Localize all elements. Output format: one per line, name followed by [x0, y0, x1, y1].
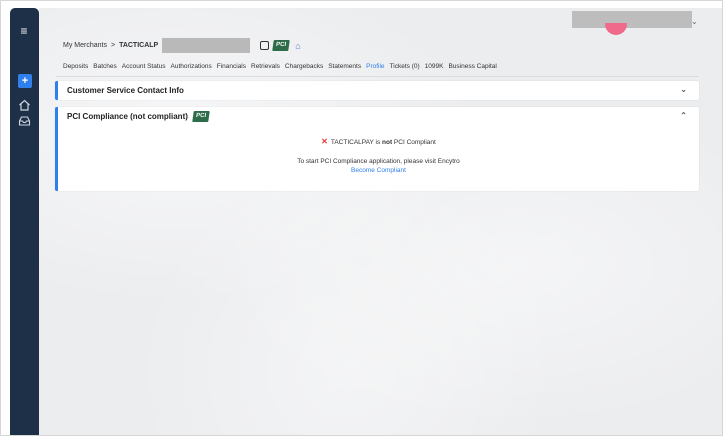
breadcrumb-root[interactable]: My Merchants: [63, 42, 107, 49]
status-prefix: TACTICALPAY is: [330, 139, 383, 146]
chevron-down-icon[interactable]: ⌄: [691, 17, 698, 26]
tab-financials[interactable]: Financials: [217, 61, 246, 72]
panel-title: PCI Compliance (not compliant): [67, 112, 188, 121]
tab-deposits[interactable]: Deposits: [63, 61, 88, 72]
app-window: ≡ + ⌄ My Merchants > TACTICALP PCI ⌂ Dep…: [0, 0, 723, 436]
plus-icon[interactable]: +: [18, 74, 32, 88]
pci-badge-icon: PCI: [192, 111, 210, 122]
bank-icon[interactable]: ⌂: [295, 41, 300, 51]
tab-1099k[interactable]: 1099K: [425, 61, 444, 72]
panel-header[interactable]: PCI Compliance (not compliant) PCI ⌃: [58, 107, 699, 126]
pci-body: ✕ TACTICALPAY is not PCI Compliant To sta…: [58, 137, 699, 174]
pci-compliance-panel: PCI Compliance (not compliant) PCI ⌃ ✕ TA…: [55, 107, 699, 191]
hamburger-icon[interactable]: ≡: [18, 25, 30, 37]
tab-bar: Deposits Batches Account Status Authoriz…: [63, 57, 497, 75]
inbox-icon[interactable]: [18, 115, 31, 127]
become-compliant-link[interactable]: Become Compliant: [58, 167, 699, 174]
tab-divider: [56, 76, 699, 77]
pci-status: ✕ TACTICALPAY is not PCI Compliant: [58, 137, 699, 146]
breadcrumb-merchant: TACTICALP: [119, 42, 159, 49]
user-menu-redacted[interactable]: [572, 11, 692, 28]
panel-header[interactable]: Customer Service Contact Info ⌄: [58, 81, 699, 100]
chevron-down-icon[interactable]: ⌄: [680, 85, 687, 94]
tab-tickets[interactable]: Tickets (0): [390, 61, 420, 72]
tab-profile[interactable]: Profile: [363, 57, 389, 75]
error-x-icon: ✕: [321, 137, 328, 146]
tab-chargebacks[interactable]: Chargebacks: [285, 61, 323, 72]
tab-batches[interactable]: Batches: [93, 61, 117, 72]
tab-statements[interactable]: Statements: [328, 61, 361, 72]
pci-badge-icon: PCI: [272, 40, 290, 51]
pci-instruction: To start PCI Compliance application, ple…: [297, 158, 460, 165]
tab-authorizations[interactable]: Authorizations: [171, 61, 212, 72]
left-nav-rail: ≡ +: [10, 8, 39, 435]
tab-retrievals[interactable]: Retrievals: [251, 61, 280, 72]
tab-account-status[interactable]: Account Status: [122, 61, 166, 72]
status-not: not: [382, 139, 393, 146]
tab-business-capital[interactable]: Business Capital: [448, 61, 496, 72]
panel-title: Customer Service Contact Info: [67, 86, 184, 95]
breadcrumb-separator: >: [110, 42, 116, 49]
breadcrumb: My Merchants > TACTICALP PCI ⌂: [63, 38, 301, 53]
chevron-up-icon[interactable]: ⌃: [680, 111, 687, 120]
main-area: [39, 8, 722, 435]
customer-service-panel[interactable]: Customer Service Contact Info ⌄: [55, 81, 699, 100]
status-suffix: PCI Compliant: [392, 139, 436, 146]
copy-icon[interactable]: [260, 41, 270, 50]
home-icon[interactable]: [18, 99, 31, 111]
merchant-name-redacted: [162, 38, 251, 53]
